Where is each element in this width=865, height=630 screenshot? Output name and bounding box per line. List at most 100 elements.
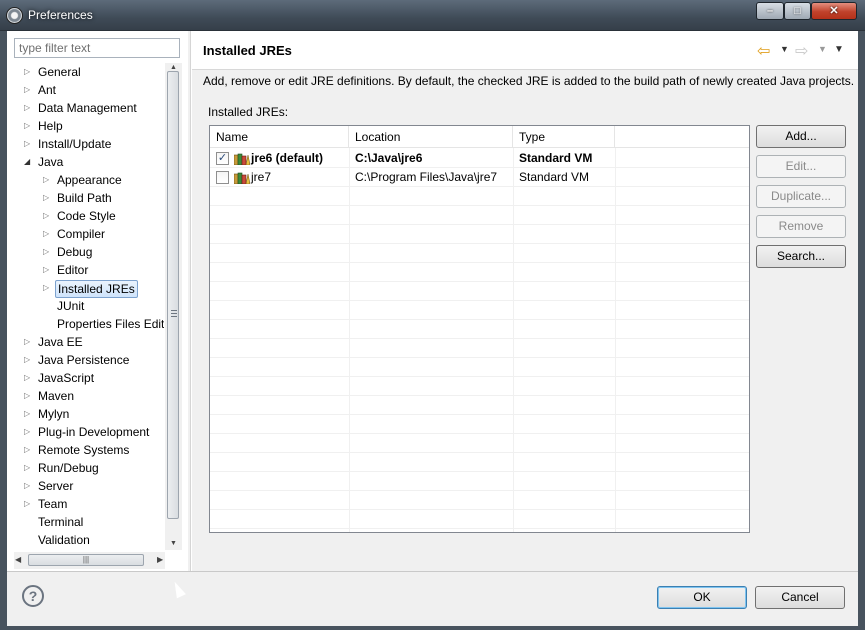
expand-triangle-icon[interactable] [24,500,32,508]
view-menu-icon[interactable]: ▼ [834,44,844,55]
default-jre-checkbox[interactable] [216,171,229,184]
tree-item-help[interactable]: Help [7,117,164,135]
column-header-type[interactable]: Type [513,126,615,148]
tree-hscroll-thumb[interactable]: ||| [28,554,144,566]
column-header-location[interactable]: Location [349,126,513,148]
expand-triangle-icon[interactable] [43,212,51,220]
tree-item-properties-files-editor[interactable]: Properties Files Editor [7,315,164,333]
back-history-dropdown-icon[interactable]: ▼ [780,44,789,54]
tree-item-terminal[interactable]: Terminal [7,513,164,531]
expand-triangle-icon[interactable] [24,410,32,418]
installed-jres-label: Installed JREs: [208,105,289,119]
expand-triangle-icon[interactable] [24,122,32,130]
tree-item-data-management[interactable]: Data Management [7,99,164,117]
tree-vertical-scrollbar[interactable]: ▲ ▼ [165,63,182,550]
tree-item-editor[interactable]: Editor [7,261,164,279]
table-row[interactable]: ✓ jre6 (default) C:\Java\jre6 Standard VM [210,149,749,168]
tree-item-plug-in-development[interactable]: Plug-in Development [7,423,164,441]
tree-item-validation[interactable]: Validation [7,531,164,549]
tree-item-code-style[interactable]: Code Style [7,207,164,225]
expand-triangle-icon[interactable] [24,482,32,490]
help-icon[interactable]: ? [22,585,44,607]
column-header-name[interactable]: Name [210,126,349,148]
tree-item-build-path[interactable]: Build Path [7,189,164,207]
jre-table[interactable]: Name Location Type ✓ jre6 (default) C:\Jav… [209,125,750,533]
expand-triangle-icon[interactable] [24,338,32,346]
search-button[interactable]: Search... [756,245,846,268]
row-gridline [210,357,749,358]
expand-triangle-icon[interactable] [24,104,32,112]
add-button[interactable]: Add... [756,125,846,148]
tree-item-remote-systems[interactable]: Remote Systems [7,441,164,459]
back-arrow-icon[interactable]: ⇦ [757,41,770,61]
close-icon: ✕ [829,5,839,17]
footer-separator [7,571,858,572]
tree-item-junit[interactable]: JUnit [7,297,164,315]
tree-item-install-update[interactable]: Install/Update [7,135,164,153]
tree-item-maven[interactable]: Maven [7,387,164,405]
tree-item-label: General [38,65,81,79]
tree-scroll-thumb[interactable] [167,71,179,519]
row-gridline [210,376,749,377]
filter-input[interactable] [14,38,180,58]
scroll-right-icon[interactable]: ▶ [157,555,163,564]
tree-item-label: Maven [38,389,75,403]
tree-horizontal-scrollbar[interactable]: ◀ ||| ▶ [14,552,165,569]
header-separator [192,69,858,70]
expand-triangle-icon[interactable] [43,284,51,292]
tree-item-label: Run/Debug [38,461,99,475]
forward-history-dropdown-icon[interactable]: ▼ [818,44,827,54]
expand-triangle-icon[interactable] [24,392,32,400]
tree-item-java-ee[interactable]: Java EE [7,333,164,351]
expand-triangle-icon[interactable] [43,266,51,274]
scroll-down-icon[interactable]: ▼ [169,539,178,548]
expand-triangle-icon[interactable] [24,446,32,454]
expand-triangle-icon[interactable] [24,140,32,148]
expand-triangle-icon[interactable] [24,374,32,382]
minimize-button[interactable]: – [756,2,784,20]
tree-item-installed-jres[interactable]: Installed JREs [7,279,164,298]
expand-triangle-icon[interactable] [24,464,32,472]
cancel-button[interactable]: Cancel [755,586,845,609]
tree-item-javascript[interactable]: JavaScript [7,369,164,387]
page-header: Installed JREs ⇦ ▼ ⇨ ▼ ▼ [192,31,858,69]
expand-triangle-icon[interactable] [24,86,32,94]
tree-item-java-persistence[interactable]: Java Persistence [7,351,164,369]
expand-triangle-icon[interactable] [43,248,51,256]
expand-triangle-icon[interactable] [43,176,51,184]
edit-button[interactable]: Edit... [756,155,846,178]
tree-item-debug[interactable]: Debug [7,243,164,261]
tree-item-general[interactable]: General [7,63,164,81]
jre-name-cell: jre6 (default) [251,151,324,165]
tree-item-run-debug[interactable]: Run/Debug [7,459,164,477]
tree-item-ant[interactable]: Ant [7,81,164,99]
expand-triangle-icon[interactable] [43,230,51,238]
tree-item-java[interactable]: Java [7,153,164,171]
tree-item-label: Help [38,119,63,133]
scroll-left-icon[interactable]: ◀ [15,555,21,564]
forward-arrow-icon[interactable]: ⇨ [795,41,808,61]
collapse-triangle-icon[interactable] [24,158,32,166]
tree-item-label: Properties Files Editor [57,317,164,331]
tree-item-team[interactable]: Team [7,495,164,513]
expand-triangle-icon[interactable] [24,68,32,76]
table-header: Name Location Type [210,126,749,148]
table-row[interactable]: jre7 C:\Program Files\Java\jre7 Standard V… [210,168,749,187]
ok-button[interactable]: OK [657,586,747,609]
page-title: Installed JREs [203,43,292,58]
jre-library-icon [234,153,250,165]
default-jre-checkbox[interactable]: ✓ [216,152,229,165]
tree-item-mylyn[interactable]: Mylyn [7,405,164,423]
panel-divider[interactable] [190,31,192,571]
duplicate-button[interactable]: Duplicate... [756,185,846,208]
close-button[interactable]: ✕ [811,2,857,20]
expand-triangle-icon[interactable] [43,194,51,202]
row-gridline [210,490,749,491]
maximize-button[interactable]: □ [784,2,811,20]
expand-triangle-icon[interactable] [24,428,32,436]
tree-item-compiler[interactable]: Compiler [7,225,164,243]
tree-item-server[interactable]: Server [7,477,164,495]
expand-triangle-icon[interactable] [24,356,32,364]
tree-item-appearance[interactable]: Appearance [7,171,164,189]
remove-button[interactable]: Remove [756,215,846,238]
